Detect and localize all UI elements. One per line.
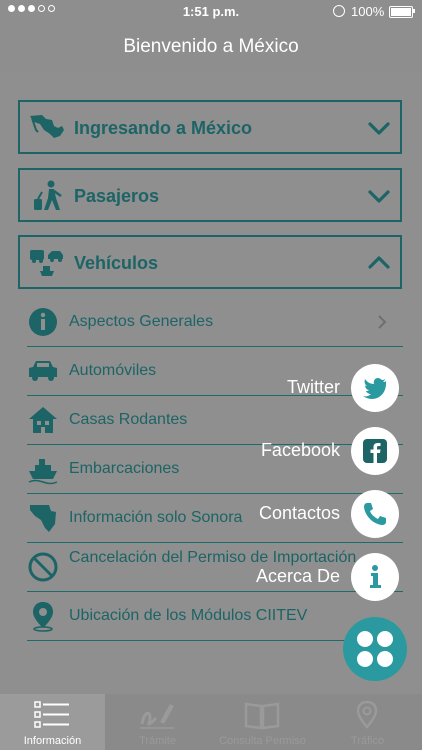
chevron-right-icon: [378, 315, 387, 329]
submenu-aspectos-generales[interactable]: Aspectos Generales: [27, 298, 403, 347]
tab-label: Información: [23, 735, 82, 747]
location-pin-icon: [33, 602, 53, 632]
accordion-vehiculos[interactable]: Vehículos: [18, 235, 402, 289]
facebook-button[interactable]: [351, 427, 399, 475]
battery-percent: 100%: [351, 4, 385, 19]
twitter-bird-icon: [363, 378, 386, 399]
submenu-label: Embarcaciones: [69, 460, 180, 477]
sonora-map-icon: [30, 505, 56, 532]
submenu-casas-rodantes[interactable]: Casas Rodantes: [27, 396, 403, 445]
signature-icon: [140, 704, 174, 729]
list-icon: [34, 701, 69, 728]
nav-bar: Bienvenido a México: [0, 24, 422, 72]
fab-label-facebook: Facebook: [260, 440, 340, 460]
accordion-pasajeros[interactable]: Pasajeros: [18, 168, 402, 222]
contacts-button[interactable]: [351, 490, 399, 538]
submenu-label: Cancelación del Permiso de Importación: [69, 549, 357, 566]
vehicles-icon: [30, 250, 63, 276]
chevron-up-icon: [368, 256, 390, 269]
facebook-icon: [363, 439, 387, 463]
phone-icon: [364, 503, 386, 525]
chevron-down-icon: [368, 122, 390, 135]
submenu-label: Casas Rodantes: [69, 411, 188, 428]
twitter-button[interactable]: [351, 364, 399, 412]
submenu-label: Aspectos Generales: [69, 313, 214, 330]
house-icon: [29, 407, 57, 433]
accordion-label: Ingresando a México: [74, 118, 253, 138]
tab-label: Consulta Permiso: [219, 735, 306, 747]
car-icon: [29, 361, 57, 381]
submenu-label: Ubicación de los Módulos CIITEV: [69, 607, 308, 624]
prohibited-icon: [28, 552, 58, 582]
info-circle-icon: [29, 308, 57, 336]
chevron-down-icon: [368, 190, 390, 203]
battery-icon: [389, 6, 413, 18]
tab-informacion[interactable]: Información: [0, 694, 105, 750]
tab-label: Trámite: [139, 735, 176, 747]
about-button[interactable]: [351, 553, 399, 601]
fab-menu-toggle-button[interactable]: [343, 617, 407, 681]
fab-label-acerca-de: Acerca De: [255, 566, 340, 586]
book-icon: [244, 702, 280, 730]
fab-label-twitter: Twitter: [286, 377, 340, 397]
accordion-ingresando[interactable]: Ingresando a México: [18, 100, 402, 154]
app-screen: 1:51 p.m. 100% Bienvenido a México Ingre…: [0, 0, 422, 750]
fab-label-contactos: Contactos: [258, 503, 340, 523]
accordion-label: Vehículos: [74, 253, 159, 273]
page-title: Bienvenido a México: [123, 36, 299, 57]
rotation-lock-icon: [333, 5, 345, 17]
tab-consulta-permiso[interactable]: Consulta Permiso: [210, 694, 315, 750]
ship-icon: [28, 459, 58, 485]
tab-tramite[interactable]: Trámite: [105, 694, 210, 750]
tab-label: Tráfico: [350, 735, 385, 747]
location-pin-icon: [356, 700, 378, 729]
mexico-map-icon: [30, 115, 64, 138]
info-icon: [370, 565, 381, 588]
tab-bar: Información Trámite Consulta Permiso Trá…: [0, 694, 422, 750]
accordion-label: Pasajeros: [74, 186, 160, 206]
tab-trafico[interactable]: Tráfico: [315, 694, 420, 750]
status-bar: 1:51 p.m. 100%: [0, 0, 422, 24]
traveler-luggage-icon: [34, 180, 62, 210]
